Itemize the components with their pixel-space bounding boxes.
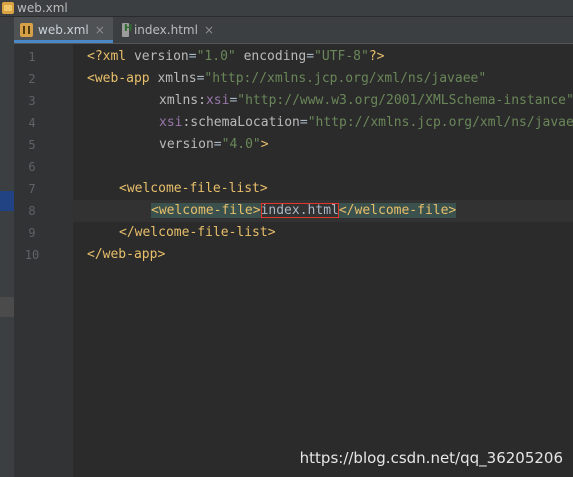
welcome-file-open-tag: <welcome-file> — [151, 203, 261, 218]
line-number-gutter: 1 2 3 4 5 6 7 8 9 10 — [14, 44, 83, 477]
namespace-prefix: xsi — [159, 115, 183, 130]
code-line-1: <?xml version="1.0" encoding="UTF-8"?> — [87, 46, 384, 68]
line-number: 5 — [28, 138, 36, 152]
code-line-3: xmlns:xsi="http://www.w3.org/2001/XMLSch… — [159, 90, 573, 112]
line-number: 9 — [28, 226, 36, 240]
tool-window-strip — [0, 17, 14, 477]
code-line-2: <web-app xmlns="http://xmlns.jcp.org/xml… — [87, 68, 486, 90]
line-number: 1 — [28, 50, 36, 64]
line-number: 6 — [28, 160, 36, 174]
line-number: 7 — [28, 182, 36, 196]
equals-sign: = — [188, 49, 197, 64]
welcome-file-list-close-tag: </welcome-file-list> — [119, 225, 276, 240]
attr-value: "http://xmlns.jcp.org/xml/ns/javaee" — [204, 71, 487, 86]
scroll-marker — [0, 297, 14, 317]
close-icon[interactable]: × — [204, 23, 214, 37]
attr-name: xmlns — [157, 71, 197, 86]
line-number: 10 — [24, 248, 40, 262]
window-title: web.xml — [17, 1, 68, 15]
line-number: 3 — [28, 94, 36, 108]
code-line-9: </welcome-file-list> — [119, 222, 276, 244]
tab-index-html[interactable]: index.html × — [116, 17, 220, 43]
html-file-icon — [122, 23, 132, 37]
watermark-text: https://blog.csdn.net/qq_36205206 — [299, 449, 563, 467]
web-app-close-tag: </web-app> — [87, 247, 166, 262]
attr-value: "UTF-8" — [314, 49, 369, 64]
xml-declaration-open: <?xml — [87, 49, 134, 64]
code-editor[interactable]: <?xml version="1.0" encoding="UTF-8"?> <… — [73, 44, 573, 477]
xml-file-icon — [2, 2, 14, 14]
web-app-open-tag: <web-app — [87, 71, 158, 86]
line-number: 4 — [28, 116, 36, 130]
tab-web-xml[interactable]: web.xml × — [14, 17, 113, 43]
attr-name: xmlns: — [159, 93, 206, 108]
attr-name: version — [159, 137, 214, 152]
code-line-10: </web-app> — [87, 244, 165, 266]
code-line-4: xsi:schemaLocation="http://xmlns.jcp.org… — [159, 112, 573, 134]
attr-name: encoding — [243, 49, 307, 64]
attr-name: :schemaLocation — [182, 115, 300, 130]
welcome-file-close-tag: </welcome-file> — [338, 203, 457, 218]
namespace-prefix: xsi — [205, 93, 230, 108]
line-number: 2 — [28, 72, 36, 86]
code-line-5: version="4.0"> — [159, 134, 269, 156]
code-line-8: <welcome-file>index.html</welcome-file> — [151, 200, 457, 222]
tab-label: web.xml — [38, 23, 89, 37]
xml-file-icon — [20, 23, 33, 37]
attr-value: "http://xmlns.jcp.org/xml/ns/javaee http… — [307, 115, 573, 130]
equals-sign: = — [306, 49, 315, 64]
xml-declaration-close: ?> — [368, 49, 385, 64]
welcome-file-list-open-tag: <welcome-file-list> — [119, 181, 268, 196]
close-icon[interactable]: × — [95, 23, 105, 37]
attr-value: "http://www.w3.org/2001/XMLSchema-instan… — [237, 93, 573, 108]
tag-close-bracket: > — [260, 137, 269, 152]
editor-tab-strip: web.xml × index.html × — [0, 17, 573, 44]
equals-sign: = — [299, 115, 308, 130]
attr-name: version — [133, 49, 189, 64]
attr-value: "4.0" — [221, 137, 261, 152]
line-number: 8 — [28, 204, 36, 218]
window-title-bar: web.xml — [0, 0, 573, 17]
welcome-file-value: index.html — [260, 203, 339, 218]
attr-value: "1.0" — [196, 49, 236, 64]
code-line-7: <welcome-file-list> — [119, 178, 268, 200]
selection-marker — [0, 191, 14, 211]
equals-sign: = — [213, 137, 222, 152]
tab-label: index.html — [133, 23, 198, 37]
